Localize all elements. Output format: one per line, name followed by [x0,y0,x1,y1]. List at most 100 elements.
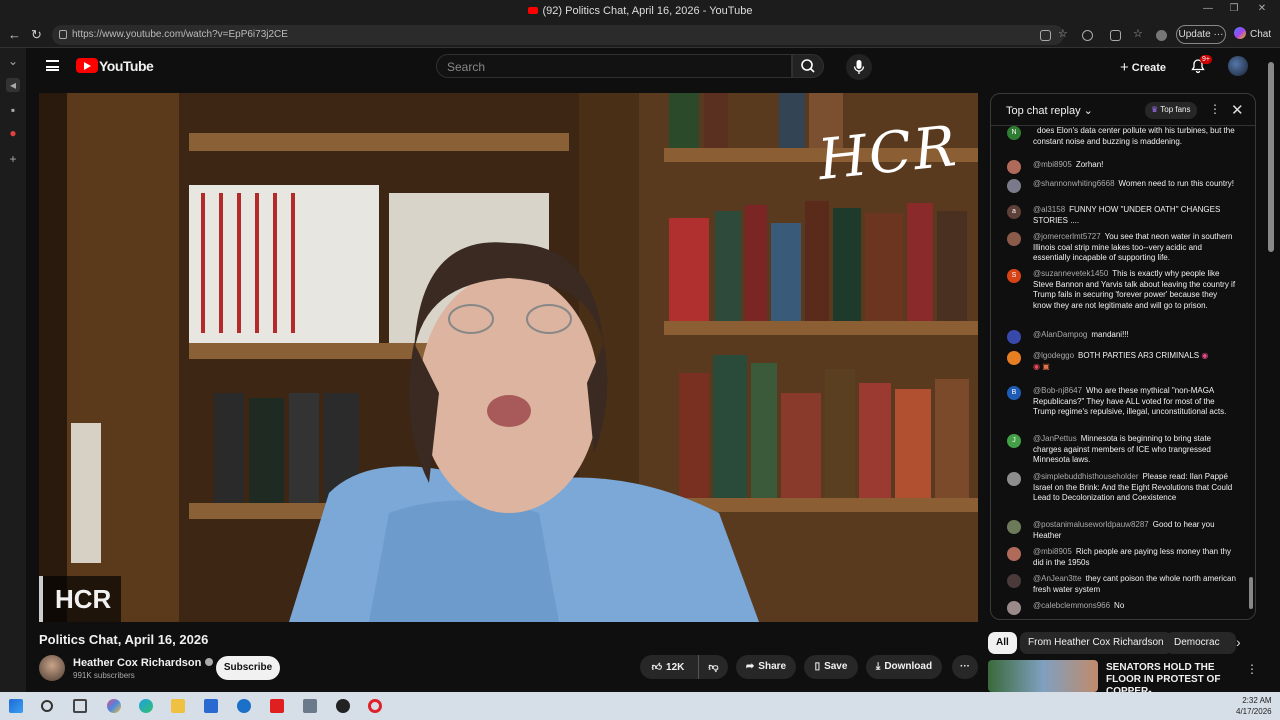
minimize-icon[interactable]: — [1200,3,1216,17]
verified-check-icon [205,658,214,666]
chevron-down-icon[interactable]: ⌄ [6,54,20,68]
address-bar[interactable]: https://www.youtube.com/watch?v=EpP6i73j… [52,25,1064,45]
search-input[interactable]: Search [436,54,792,78]
youtube-play-icon [76,58,98,73]
close-chat-icon[interactable]: ✕ [1231,101,1244,119]
video-title: Politics Chat, April 16, 2026 [39,632,209,647]
chat-message: J @JanPettus Minnesota is beginning to bri… [1007,434,1237,466]
file-explorer-icon[interactable] [171,699,185,713]
dislike-button[interactable]: 👎︎ [698,655,728,679]
app-icon[interactable] [303,699,317,713]
more-vertical-icon[interactable]: ⋮ [1209,102,1221,116]
plus-icon: + [1120,59,1129,76]
chat-message: Ndoes Elon's data center pollute with hi… [1007,126,1237,147]
speaker-icon[interactable]: ◂ [6,78,20,92]
video-thumbnail[interactable] [988,660,1098,692]
chat-avatar [1007,232,1021,246]
chat-avatar [1007,330,1021,344]
chat-avatar [1007,160,1021,174]
app-icon[interactable] [336,699,350,713]
youtube-logo[interactable]: YouTube [76,58,154,76]
task-view-icon[interactable] [73,699,87,713]
chip-democracy[interactable]: Democrac [1166,632,1236,654]
opera-browser-icon[interactable] [368,699,382,713]
crown-icon: ♛ [1151,105,1159,114]
chat-messages-list: Ndoes Elon's data center pollute with hi… [991,118,1241,619]
subscriber-count: 991K subscribers [73,671,135,680]
system-clock[interactable]: 2:32 AM 4/17/2026 [1236,695,1272,717]
notification-count-badge: 9+ [1200,55,1212,64]
new-tab-icon[interactable]: + [6,152,20,166]
more-horizontal-icon: ··· [960,661,970,672]
search-icon [801,59,815,73]
chat-message: @simplebuddhisthouseholder Please read: I… [1007,472,1237,504]
refresh-icon[interactable]: ↻ [31,27,42,43]
like-button[interactable]: 👍︎ 12K [640,655,696,679]
chat-avatar [1007,351,1021,365]
chip-from-channel[interactable]: From Heather Cox Richardson [1020,632,1172,654]
favorite-star-icon[interactable]: ☆ [1058,27,1069,40]
pinned-tab-icon[interactable]: ● [6,126,20,140]
profile-icon[interactable] [1156,30,1167,41]
lock-icon [59,30,67,39]
chevron-right-icon[interactable]: › [1236,634,1241,650]
download-button[interactable]: ⤓ Download [866,655,942,679]
thumbs-down-icon: 👎︎ [708,662,719,673]
menu-icon[interactable] [46,60,59,71]
recommendation-filter-chips: All From Heather Cox Richardson Democrac… [988,632,1280,654]
page-scrollbar[interactable] [1268,62,1274,252]
account-avatar[interactable] [1228,56,1248,76]
recommended-video[interactable]: SENATORS HOLD THE FLOOR IN PROTEST OF CO… [988,660,1258,697]
youtube-header: YouTube Search + Create 9+ [26,48,1280,88]
voice-search-button[interactable] [846,54,872,80]
tab-icon[interactable]: ▪ [6,103,20,117]
more-actions-button[interactable]: ··· [952,655,978,679]
chip-all[interactable]: All [988,632,1017,654]
url-text: https://www.youtube.com/watch?v=EpP6i73j… [72,29,288,40]
search-button[interactable] [792,54,824,78]
save-button[interactable]: ▯ Save [804,655,858,679]
channel-avatar[interactable] [39,655,65,681]
chat-avatar [1007,520,1021,534]
chat-message: @jomercerlmt5727 You see that neon water … [1007,232,1237,264]
chat-scrollbar[interactable] [1249,577,1253,609]
share-button[interactable]: ➦ Share [736,655,796,679]
windows-start-icon[interactable] [9,699,23,713]
store-icon[interactable] [204,699,218,713]
outlook-icon[interactable] [237,699,251,713]
update-button[interactable]: Update ··· [1176,25,1226,44]
extensions-icon[interactable] [1082,30,1093,41]
chat-message: S @suzannevetek1450 This is exactly why pe… [1007,269,1237,311]
live-chat-panel: Top chat replay ⌄ ♛ Top fans ⋮ ✕ Ndoes E… [990,93,1256,620]
chat-message: @calebclemmons966 No [1007,601,1237,615]
youtube-app-icon[interactable] [270,699,284,713]
top-fans-button[interactable]: ♛ Top fans [1145,102,1197,119]
copilot-icon[interactable] [107,699,121,713]
create-button[interactable]: + Create [1120,59,1166,76]
chat-mode-dropdown[interactable]: Top chat replay ⌄ [1006,104,1093,117]
chat-message: @AnJean3tte they cant poison the whole no… [1007,574,1237,595]
chevron-down-icon: ⌄ [1083,105,1093,117]
chat-avatar: a [1007,205,1021,219]
subscribe-button[interactable]: Subscribe [216,656,280,680]
edge-browser-icon[interactable] [139,699,153,713]
maximize-icon[interactable]: ❐ [1226,3,1242,17]
copilot-icon [1234,27,1246,39]
window-title: (92) Politics Chat, April 16, 2026 - You… [542,5,753,17]
channel-name[interactable]: Heather Cox Richardson [73,657,214,669]
copilot-chat-button[interactable]: Chat [1234,27,1271,40]
search-icon[interactable] [41,700,53,712]
close-window-icon[interactable]: ✕ [1254,3,1270,17]
back-icon[interactable]: ← [8,27,21,42]
favorites-icon[interactable]: ☆ [1133,27,1144,40]
video-player[interactable]: HCR HCR [39,93,978,622]
app-icon[interactable] [1040,30,1051,41]
like-dislike-group: 👍︎ 12K 👎︎ [640,655,728,679]
collections-icon[interactable] [1110,30,1121,41]
windows-taskbar: 2:32 AM 4/17/2026 [0,692,1280,720]
bookmark-icon: ▯ [814,661,821,672]
more-vertical-icon[interactable]: ⋮ [1246,662,1258,676]
youtube-favicon-icon [527,7,538,14]
chat-avatar [1007,472,1021,486]
download-icon: ⤓ [875,661,881,672]
